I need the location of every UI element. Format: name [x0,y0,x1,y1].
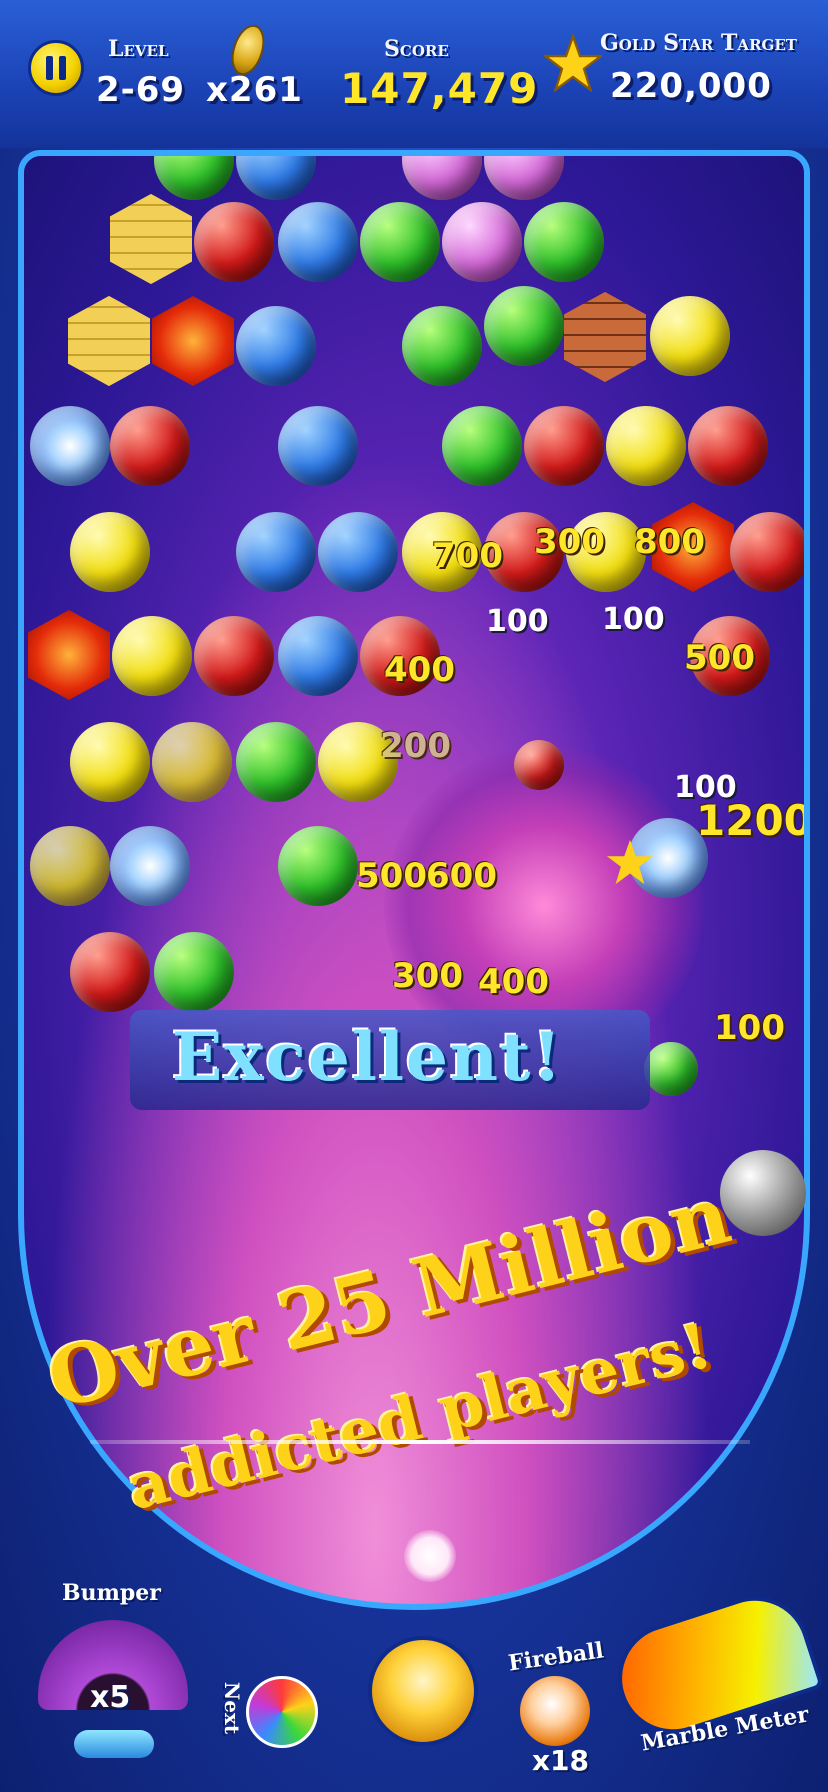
green-bubble [236,722,316,802]
red-bubble [194,616,274,696]
blue-bubble [236,512,316,592]
score-popup: 800 [634,522,705,562]
pause-icon-bar [59,56,66,80]
special-bubble [110,826,190,906]
star-icon [544,34,602,92]
red-bubble [110,406,190,486]
blue-bubble [236,306,316,386]
yellow-bubble [70,722,150,802]
score-popup: 400 [478,962,549,1002]
fireball-label: Fireball [506,1637,606,1677]
red-bubble [514,740,564,790]
green-bubble [484,286,564,366]
pause-button[interactable] [28,40,84,96]
yellow-bubble [112,616,192,696]
green-bubble [402,306,482,386]
gold-block [68,296,150,386]
score-popup: 500 [684,638,755,678]
score-popup: 200 [380,726,451,766]
level-label: Level [108,36,169,62]
score-popup: 500 [356,856,427,896]
coin-count: x261 [206,70,303,110]
score-popup: 1200 [696,796,810,845]
yellow-bubble [606,406,686,486]
red-bubble [524,406,604,486]
green-bubble [278,826,358,906]
score-label: Score [384,36,449,62]
green-bubble [524,202,604,282]
bumper-label: Bumper [62,1580,161,1606]
green-bubble [154,932,234,1012]
pink-bubble [402,156,482,200]
blue-bubble [278,616,358,696]
yellow-bubble [152,722,232,802]
pause-icon [46,56,53,80]
steel-bubble [720,1150,806,1236]
score-popup: 700 [432,536,503,576]
top-hud: Level 2-69 x261 Score 147,479 Gold Star … [0,0,828,148]
blue-bubble [318,512,398,592]
level-value: 2-69 [96,70,186,110]
special-bubble [30,406,110,486]
gold-block [110,194,192,284]
score-popup: 300 [392,956,463,996]
score-popup: 400 [384,650,455,690]
shooter-button[interactable] [368,1636,478,1746]
score-popup: 100 [602,602,665,637]
blue-bubble [278,406,358,486]
green-bubble [644,1042,698,1096]
score-popup: 100 [714,1008,785,1048]
blue-bubble [278,202,358,282]
score-popup: 100 [486,604,549,639]
excellent-text: Excellent! [172,1018,564,1096]
score-value: 147,479 [340,64,539,113]
pink-bubble [484,156,564,200]
fire-block [28,610,110,700]
score-popup: 300 [534,522,605,562]
green-bubble [154,156,234,200]
red-bubble [730,512,804,592]
aim-line [90,1440,750,1444]
star-icon [606,839,654,885]
launch-glow [404,1530,456,1582]
fireball-count: x18 [532,1744,590,1777]
yellow-bubble [650,296,730,376]
pink-bubble [442,202,522,282]
yellow-bubble [30,826,110,906]
red-bubble [70,932,150,1012]
score-popup: 600 [426,856,497,896]
bumper-pill [74,1730,154,1758]
next-label: Next [220,1681,245,1735]
blue-bubble [236,156,316,200]
next-ball-icon[interactable] [246,1676,318,1748]
bumper-count: x5 [90,1680,131,1715]
brick-block [564,292,646,382]
target-label: Gold Star Target [600,30,797,56]
game-frame: Level 2-69 x261 Score 147,479 Gold Star … [0,0,828,1792]
red-bubble [688,406,768,486]
fireball-icon[interactable] [520,1676,590,1746]
red-bubble [194,202,274,282]
green-bubble [360,202,440,282]
target-value: 220,000 [610,66,772,106]
fire-block [152,296,234,386]
green-bubble [442,406,522,486]
yellow-bubble [70,512,150,592]
